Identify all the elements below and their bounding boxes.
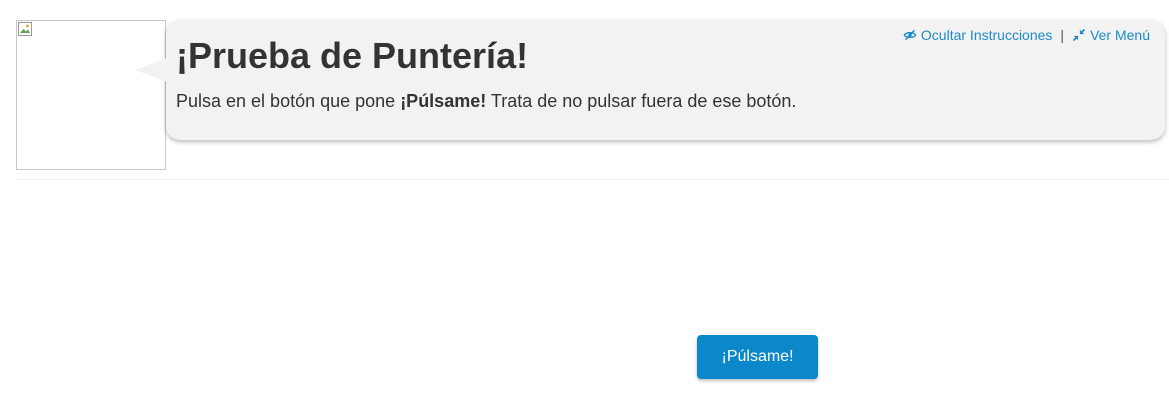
instructions-text-end: Trata de no pulsar fuera de ese botón.: [486, 91, 797, 111]
instructions-bubble: Ocultar Instrucciones | Ver Menú ¡Prueba…: [135, 20, 1165, 140]
link-separator: |: [1060, 27, 1065, 43]
header-links: Ocultar Instrucciones | Ver Menú: [903, 27, 1150, 43]
divider: [16, 179, 1169, 180]
hide-instructions-label: Ocultar Instrucciones: [920, 27, 1053, 43]
compress-icon: [1072, 28, 1086, 42]
page-title: ¡Prueba de Puntería!: [176, 35, 529, 76]
instructions-text-start: Pulsa en el botón que pone: [176, 91, 401, 111]
bubble-tail: [135, 58, 167, 82]
broken-image-icon: [18, 22, 32, 36]
click-me-button[interactable]: ¡Púlsame!: [697, 335, 818, 379]
instructions-text: Pulsa en el botón que pone ¡Púlsame! Tra…: [176, 90, 796, 112]
hide-instructions-link[interactable]: Ocultar Instrucciones: [903, 27, 1053, 43]
avatar: [16, 20, 166, 170]
show-menu-link[interactable]: Ver Menú: [1072, 27, 1150, 43]
instructions-button-name: ¡Púlsame!: [400, 91, 487, 111]
show-menu-label: Ver Menú: [1090, 27, 1150, 43]
eye-slash-icon: [903, 29, 917, 41]
page: Ocultar Instrucciones | Ver Menú ¡Prueba…: [0, 0, 1169, 415]
